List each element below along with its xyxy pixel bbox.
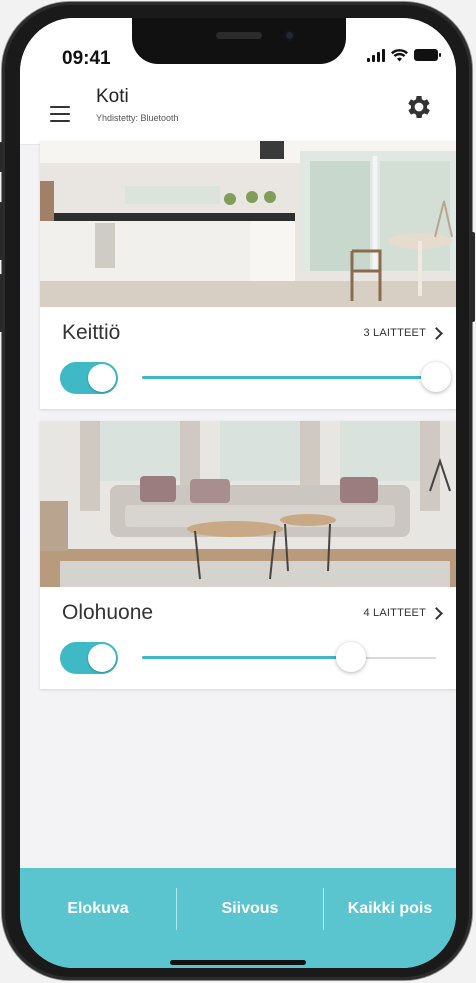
living-room-image — [40, 421, 456, 587]
signal-icon — [367, 49, 385, 62]
chevron-right-icon — [430, 326, 443, 340]
slider-fill — [142, 376, 436, 379]
menu-icon[interactable] — [50, 106, 70, 122]
page-title: Koti — [96, 86, 129, 107]
slider-thumb[interactable] — [335, 642, 366, 672]
devices-count: 3 LAITTEET — [363, 327, 426, 339]
volume-down-button — [0, 274, 3, 332]
chevron-right-icon — [430, 606, 443, 620]
brightness-slider[interactable] — [142, 362, 451, 392]
brightness-slider[interactable] — [142, 642, 436, 672]
home-indicator[interactable] — [170, 960, 306, 965]
status-time: 09:41 — [62, 48, 111, 69]
slider-fill — [142, 656, 351, 659]
room-card-living-room[interactable]: Olohuone 4 LAITTEET — [40, 421, 456, 689]
slider-thumb[interactable] — [421, 362, 451, 392]
devices-link[interactable]: 3 LAITTEET — [363, 326, 443, 340]
toggle-knob — [88, 644, 116, 672]
status-bar: 09:41 — [20, 18, 456, 78]
power-toggle[interactable] — [60, 362, 118, 394]
scene-button-movie[interactable]: Elokuva — [20, 868, 176, 950]
connection-status: Yhdistetty: Bluetooth — [96, 113, 179, 123]
screen: 09:41 Koti Yhdistetty: Bluetooth Keittiö… — [20, 18, 456, 968]
speaker-grille — [216, 32, 262, 39]
phone-frame: 09:41 Koti Yhdistetty: Bluetooth Keittiö… — [0, 2, 475, 980]
toggle-knob — [88, 364, 116, 392]
power-toggle[interactable] — [60, 642, 118, 674]
gear-icon[interactable] — [404, 92, 434, 122]
room-name: Keittiö — [62, 321, 121, 344]
app-header: Koti Yhdistetty: Bluetooth — [20, 78, 456, 145]
scene-bar: Elokuva Siivous Kaikki pois — [20, 868, 456, 968]
front-camera — [284, 30, 295, 41]
devices-count: 4 LAITTEET — [363, 607, 426, 619]
notch — [132, 18, 346, 64]
room-card-kitchen[interactable]: Keittiö 3 LAITTEET — [40, 141, 456, 409]
wifi-icon — [391, 49, 408, 62]
devices-link[interactable]: 4 LAITTEET — [363, 606, 443, 620]
kitchen-image — [40, 141, 456, 307]
status-icons — [367, 49, 441, 62]
volume-up-button — [0, 202, 3, 260]
mute-switch — [0, 142, 3, 172]
battery-icon — [414, 49, 441, 61]
room-name: Olohuone — [62, 601, 154, 624]
scene-button-all-off[interactable]: Kaikki pois — [324, 868, 456, 950]
scene-button-cleaning[interactable]: Siivous — [177, 868, 323, 950]
power-button — [471, 232, 475, 322]
